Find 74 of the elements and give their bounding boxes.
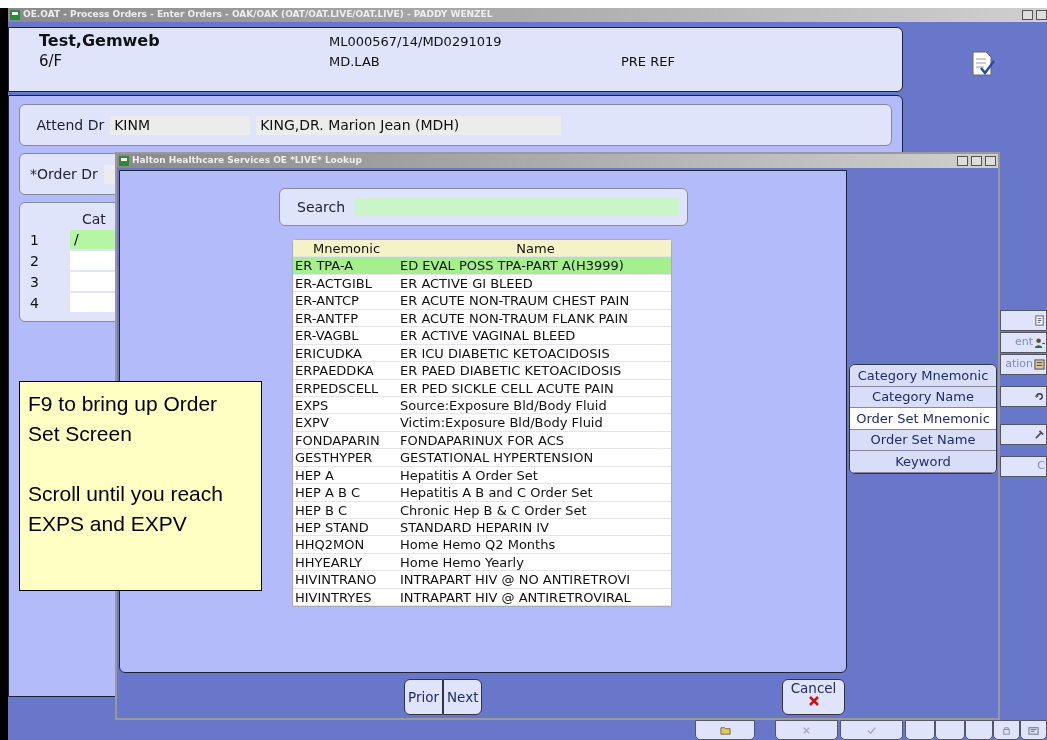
table-row[interactable]: HEP B C Chronic Hep B & C Order Set xyxy=(293,501,671,519)
toolbar-button[interactable] xyxy=(935,720,965,740)
input-field[interactable]: KING,DR. Marion Jean (MDH) xyxy=(256,115,562,135)
toolbar-button[interactable] xyxy=(905,720,935,740)
search-field[interactable] xyxy=(355,198,679,216)
table-row[interactable]: ER-ANTCP ER ACUTE NON-TRAUM CHEST PAIN xyxy=(293,292,671,310)
row-number: 4 xyxy=(30,294,40,313)
app-icon xyxy=(10,10,20,20)
column-header: Cat xyxy=(82,211,106,227)
table-row[interactable]: GESTHYPER GESTATIONAL HYPERTENSION xyxy=(293,449,671,467)
app-icon xyxy=(119,156,129,166)
check-icon xyxy=(866,724,877,736)
toolbar-button[interactable] xyxy=(775,720,838,740)
table-row[interactable]: ER-ANTFP ER ACUTE NON-TRAUM FLANK PAIN xyxy=(293,309,671,328)
paging-button[interactable]: Next xyxy=(443,679,483,715)
card-icon xyxy=(1028,724,1039,736)
patient-name: Test,Gemweb xyxy=(39,32,161,50)
table-row[interactable]: HHQ2MON Home Hemo Q2 Months xyxy=(293,536,671,554)
row-number: 2 xyxy=(30,252,40,271)
toolbar-button[interactable] xyxy=(965,720,993,740)
account-number: ML000567/14/MD0291019 xyxy=(329,33,503,51)
window-title: OE.OAT - Process Orders - Enter Orders - OAK/OAK (OAT/OAT.LIVE/OAT.LIVE) - PADDY WENZEL xyxy=(23,8,493,22)
paging-button[interactable]: Prior xyxy=(404,679,443,715)
toolbar-button[interactable] xyxy=(695,720,755,740)
patient-age-sex: 6/F xyxy=(39,51,64,72)
instruction-note: F9 to bring up Order Set Screen Scroll until you reach EXPS and EXPV xyxy=(19,381,262,591)
sort-option[interactable]: Keyword xyxy=(850,451,996,473)
row-number: 1 xyxy=(30,231,40,250)
field-label: *Order Dr xyxy=(30,164,98,184)
close-button[interactable] xyxy=(985,156,996,166)
minimize-button[interactable] xyxy=(957,156,968,166)
table-row[interactable]: HEP A B C Hepatitis A B and C Order Set xyxy=(293,484,671,502)
table-row[interactable]: HIVINTRANO INTRAPART HIV @ NO ANTIRETROVI xyxy=(293,571,671,589)
close-icon xyxy=(808,696,819,706)
patient-location: MD.LAB xyxy=(329,53,381,71)
sort-option[interactable]: Order Set Name xyxy=(850,429,996,452)
side-button[interactable] xyxy=(1000,386,1047,407)
side-button[interactable] xyxy=(1000,424,1047,445)
toolbar-button[interactable] xyxy=(840,720,903,740)
table-row[interactable]: HHYEARLY Home Hemo Yearly xyxy=(293,553,671,572)
toolbar-button[interactable] xyxy=(993,720,1020,740)
search-label: Search xyxy=(297,197,346,217)
toolbar-button[interactable] xyxy=(1020,720,1047,740)
input-field[interactable]: KINM xyxy=(110,115,251,135)
patient-status: PRE REF xyxy=(621,53,675,71)
sort-option[interactable]: Category Mnemonic xyxy=(850,365,996,387)
refresh-icon xyxy=(1034,391,1045,402)
person-icon xyxy=(1034,337,1045,348)
folder-icon xyxy=(719,724,731,736)
dialog-title: Halton Healthcare Services OE *LIVE* Lookup xyxy=(132,154,362,168)
document-check-icon[interactable] xyxy=(970,50,996,78)
table-row[interactable]: HEP A Hepatitis A Order Set xyxy=(293,466,671,485)
table-row[interactable]: EXPV Victim:Exposure Bld/Body Fluid xyxy=(293,414,671,432)
table-row[interactable]: HIVINTRYES INTRAPART HIV @ ANTIRETROVIRAL xyxy=(293,588,671,607)
table-row[interactable]: ER-VAGBL ER ACTIVE VAGINAL BLEED xyxy=(293,327,671,345)
minimize-button[interactable] xyxy=(1022,10,1033,20)
lock-icon xyxy=(1001,724,1012,736)
table-row[interactable]: ERPAEDDKA ER PAED DIABETIC KETOACIDOSIS xyxy=(293,362,671,380)
table-row[interactable]: EXPS Source:Exposure Bld/Body Fluid xyxy=(293,396,671,415)
doc-icon xyxy=(1034,315,1045,326)
side-button[interactable] xyxy=(1000,310,1047,331)
table-row[interactable]: ERICUDKA ER ICU DIABETIC KETOACIDOSIS xyxy=(293,344,671,363)
table-row[interactable]: ER TPA-A ED EVAL POSS TPA-PART A(H3999) xyxy=(293,257,671,275)
table-row[interactable]: FONDAPARIN FONDAPARINUX FOR ACS xyxy=(293,431,671,450)
table-row[interactable]: HEP STAND STANDARD HEPARIN IV xyxy=(293,519,671,537)
sort-option[interactable]: Category Name xyxy=(850,386,996,409)
row-number: 3 xyxy=(30,273,40,292)
table-row[interactable]: ERPEDSCELL ER PED SICKLE CELL ACUTE PAIN xyxy=(293,379,671,397)
cancel-button[interactable]: Cancel xyxy=(782,679,845,715)
maximize-button[interactable] xyxy=(1036,10,1047,20)
field-label: Attend Dr xyxy=(36,115,105,135)
sort-option[interactable]: Order Set Mnemonic xyxy=(850,408,996,430)
maximize-button[interactable] xyxy=(971,156,982,166)
table-row[interactable]: ER-ACTGIBL ER ACTIVE GI BLEED xyxy=(293,274,671,293)
